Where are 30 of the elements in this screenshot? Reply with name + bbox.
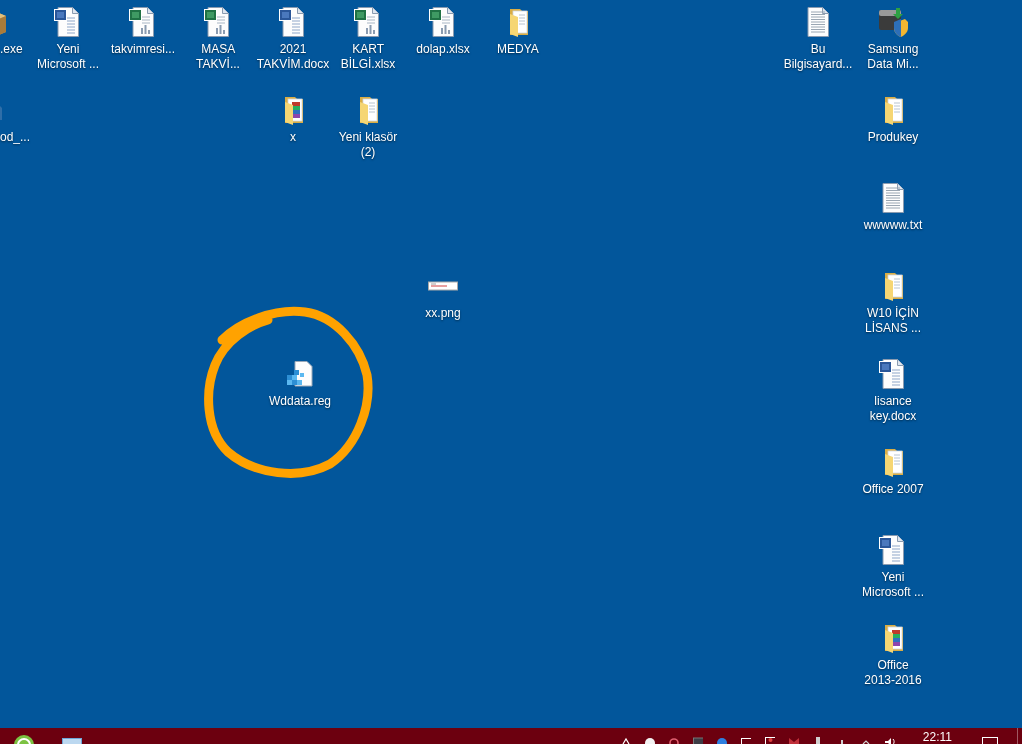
- file-name[interactable]: Bu Bilgisayard...: [781, 42, 855, 72]
- file-name[interactable]: KART BİLGİ.xlsx: [331, 42, 405, 72]
- file-name[interactable]: od_...: [0, 130, 31, 145]
- start-orb-icon[interactable]: [14, 734, 34, 744]
- file-name[interactable]: .exe: [0, 42, 23, 57]
- drive-icon[interactable]: [877, 6, 909, 38]
- notification-icon[interactable]: [982, 737, 998, 744]
- monitor-icon[interactable]: [740, 735, 751, 744]
- file-name[interactable]: MASA TAKVİ...: [181, 42, 255, 72]
- clock-time[interactable]: 22:11: [922, 731, 952, 743]
- file-name[interactable]: takvimresi...: [111, 42, 175, 57]
- file-name[interactable]: Wddata.reg: [268, 394, 331, 409]
- file-name[interactable]: wwwww.txt: [863, 218, 923, 233]
- ring-icon[interactable]: [668, 735, 679, 744]
- cube-file-icon[interactable]: [284, 358, 316, 390]
- file-name[interactable]: Yeni klasör (2): [331, 130, 405, 160]
- file-name[interactable]: 2021 TAKVİM.docx: [256, 42, 330, 72]
- file-name[interactable]: Yeni Microsoft ...: [856, 570, 930, 600]
- file-name[interactable]: xx.png: [425, 306, 461, 321]
- file-name[interactable]: dolap.xlsx: [416, 42, 470, 57]
- file-name[interactable]: Office 2013-2016: [856, 658, 930, 688]
- file-name[interactable]: Office 2007: [862, 482, 924, 497]
- file-name[interactable]: x: [290, 130, 296, 145]
- file-name[interactable]: W10 İÇİN LİSANS ...: [856, 306, 930, 336]
- file-name[interactable]: Yeni Microsoft ...: [31, 42, 105, 72]
- file-name[interactable]: Samsung Data Mi...: [856, 42, 930, 72]
- file-name[interactable]: lisance key.docx: [856, 394, 930, 424]
- file-name[interactable]: MEDYA: [497, 42, 539, 57]
- file-name[interactable]: Produkey: [867, 130, 919, 145]
- frame-icon[interactable]: [764, 735, 775, 744]
